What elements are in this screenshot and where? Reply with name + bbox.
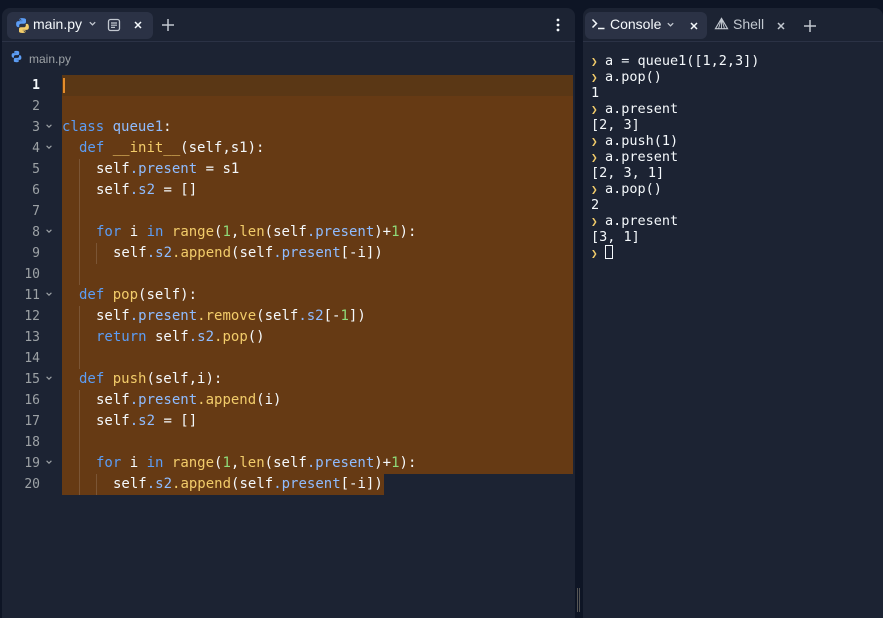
prompt-chevron-icon: ❯	[591, 103, 598, 116]
prompt-chevron-icon: ❯	[591, 151, 598, 164]
breadcrumb: main.py	[2, 48, 575, 70]
code-line: 5 self.present = s1	[2, 159, 575, 180]
code-line: 11 def pop(self):	[2, 285, 575, 306]
chevron-down-icon[interactable]	[666, 20, 675, 29]
code-line: 17 self.s2 = []	[2, 411, 575, 432]
code-line: 20 self.s2.append(self.present[-i])	[2, 474, 575, 495]
console-cursor	[605, 245, 613, 259]
breadcrumb-file[interactable]: main.py	[29, 52, 71, 66]
code-line: 13 return self.s2.pop()	[2, 327, 575, 348]
pane-resize-handle[interactable]	[577, 588, 580, 612]
code-line: 6 self.s2 = []	[2, 180, 575, 201]
code-line: 10	[2, 264, 575, 285]
console-output-line: 2	[591, 197, 600, 213]
fold-chevron-icon[interactable]	[45, 285, 53, 306]
editor-tabbar: main.py	[2, 8, 575, 42]
document-icon[interactable]	[105, 16, 123, 34]
tab-console-label: Console	[610, 16, 662, 32]
python-icon	[10, 50, 23, 68]
fold-chevron-icon[interactable]	[45, 138, 53, 159]
console-input-line: ❯ a.present	[591, 149, 679, 165]
console-output-line: 1	[591, 85, 600, 101]
console-input-line: ❯ a.present	[591, 213, 679, 229]
console-input-line: ❯ a.pop()	[591, 181, 662, 197]
shell-icon	[714, 17, 729, 31]
console-output[interactable]: ❯ a = queue1([1,2,3]) ❯ a.pop() 1 ❯ a.prese…	[591, 53, 875, 261]
prompt-chevron-icon: ❯	[591, 183, 598, 196]
prompt-chevron-icon: ❯	[591, 71, 598, 84]
console-prompt[interactable]: ❯	[591, 245, 875, 261]
python-icon	[14, 17, 31, 34]
code-line: 19 for i in range(1,len(self.present)+1)…	[2, 453, 575, 474]
code-line: 8 for i in range(1,len(self.present)+1):	[2, 222, 575, 243]
console-input-line: ❯ a.pop()	[591, 69, 662, 85]
prompt-chevron-icon: ❯	[591, 247, 598, 260]
code-line: 14	[2, 348, 575, 369]
prompt-chevron-icon: ❯	[591, 135, 598, 148]
code-line: 18	[2, 432, 575, 453]
tab-label: main.py	[33, 16, 83, 32]
tab-shell[interactable]: Shell	[733, 16, 764, 32]
fold-chevron-icon[interactable]	[45, 453, 53, 474]
console-output-line: [2, 3, 1]	[591, 165, 665, 181]
console-tabbar: Console Shell	[583, 8, 883, 42]
console-pane: Console Shell ❯ a = queue1([1,2,3]) ❯ a.po…	[583, 8, 883, 618]
console-input-line: ❯ a = queue1([1,2,3])	[591, 53, 760, 69]
code-line: 15 def push(self,i):	[2, 369, 575, 390]
code-line: 9 self.s2.append(self.present[-i])	[2, 243, 575, 264]
console-input-line: ❯ a.push(1)	[591, 133, 679, 149]
console-output-line: [2, 3]	[591, 117, 640, 133]
close-icon[interactable]	[685, 17, 703, 35]
text-caret	[63, 78, 65, 93]
prompt-chevron-icon: ❯	[591, 215, 598, 228]
close-tab-icon[interactable]	[129, 16, 147, 34]
fold-chevron-icon[interactable]	[45, 117, 53, 138]
console-output-line: [3, 1]	[591, 229, 640, 245]
fold-chevron-icon[interactable]	[45, 369, 53, 390]
terminal-icon	[591, 17, 606, 31]
chevron-down-icon[interactable]	[88, 19, 97, 28]
kebab-menu-icon[interactable]	[549, 16, 567, 34]
fold-chevron-icon[interactable]	[45, 222, 53, 243]
code-line: 4 def __init__(self,s1):	[2, 138, 575, 159]
code-line: 3 class queue1:	[2, 117, 575, 138]
code-line: 12 self.present.remove(self.s2[-1])	[2, 306, 575, 327]
code-line: 16 self.present.append(i)	[2, 390, 575, 411]
code-editor[interactable]: 1 2 3 class queue1: 4 def __init__(self,…	[2, 75, 575, 618]
editor-pane: main.py main.py 1 2 3 class queue1: 4 de…	[2, 8, 575, 618]
close-icon[interactable]	[772, 17, 790, 35]
plus-icon[interactable]	[801, 17, 819, 35]
code-line: 2	[2, 96, 575, 117]
plus-icon[interactable]	[159, 16, 177, 34]
code-line: 1	[2, 75, 575, 96]
code-line: 7	[2, 201, 575, 222]
prompt-chevron-icon: ❯	[591, 55, 598, 68]
console-input-line: ❯ a.present	[591, 101, 679, 117]
